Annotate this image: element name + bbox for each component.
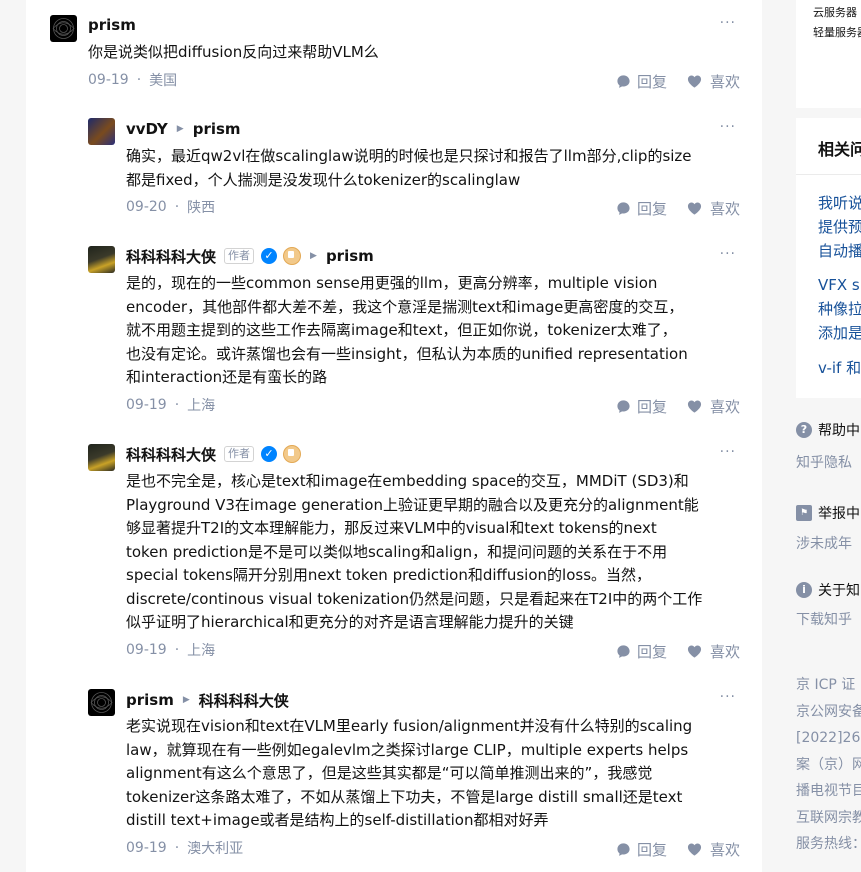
avatar[interactable] <box>88 118 115 145</box>
heart-icon <box>687 843 702 856</box>
reply-to-user[interactable]: 科科科科大侠 <box>199 690 289 711</box>
question-icon: ? <box>796 422 812 438</box>
ad-line[interactable]: 云服务器 <box>813 4 857 20</box>
comment-location: 上海 <box>187 643 216 659</box>
comment-date: 09-20 <box>126 199 167 215</box>
related-link[interactable]: 自动播 <box>818 239 861 263</box>
like-button[interactable]: 喜欢 <box>687 839 740 860</box>
comment-location: 上海 <box>187 398 216 414</box>
divider <box>796 174 861 175</box>
comment-author[interactable]: 科科科科大侠 <box>126 444 216 465</box>
reply-icon <box>617 399 630 413</box>
avatar[interactable] <box>88 246 115 273</box>
verified-icon: ✓ <box>261 446 278 462</box>
heart-icon <box>687 75 702 88</box>
comment-date: 09-19 <box>126 840 167 856</box>
related-link[interactable]: v-if 和 <box>818 356 861 380</box>
comment-date: 09-19 <box>126 397 167 413</box>
comment-date: 09-19 <box>126 642 167 658</box>
medal-icon <box>283 247 302 265</box>
related-link[interactable]: 添加是 <box>818 321 861 345</box>
reply-icon <box>617 201 630 215</box>
like-button[interactable]: 喜欢 <box>687 198 740 219</box>
comment-text: 老实说现在vision和text在VLM里early fusion/alignm… <box>126 717 693 829</box>
comment-author[interactable]: prism <box>88 16 136 34</box>
related-link[interactable]: 提供预 <box>818 215 861 239</box>
related-questions-card: 相关问 我听说 提供预 自动播 VFX s 种像拉 添加是 v-if 和 <box>796 118 861 398</box>
like-button[interactable]: 喜欢 <box>687 641 740 662</box>
comment-author[interactable]: vvDY <box>126 120 168 138</box>
download-link[interactable]: 下载知乎 <box>796 609 852 629</box>
more-options-icon[interactable]: ··· <box>720 246 736 262</box>
comment-location: 澳大利亚 <box>187 841 244 857</box>
verified-icon: ✓ <box>261 248 278 264</box>
reply-icon <box>617 644 630 658</box>
comment-text: 你是说类似把diffusion反向过来帮助VLM么 <box>88 43 379 61</box>
separator: · <box>174 642 180 658</box>
heart-icon <box>687 202 702 215</box>
separator: · <box>174 840 180 856</box>
reply-button[interactable]: 回复 <box>616 641 667 662</box>
about-link[interactable]: i 关于知 <box>796 580 860 600</box>
more-options-icon[interactable]: ··· <box>720 119 736 135</box>
reply-icon <box>617 74 630 88</box>
medal-icon <box>283 445 302 463</box>
privacy-link[interactable]: 知乎隐私 <box>796 452 852 472</box>
reply-button[interactable]: 回复 <box>616 396 667 417</box>
comment-text: 是也不完全是，核心是text和image在embedding space的交互，… <box>126 472 703 631</box>
ad-line[interactable]: 轻量服务器 <box>813 24 861 40</box>
separator: · <box>174 397 180 413</box>
like-button[interactable]: 喜欢 <box>687 396 740 417</box>
related-link[interactable]: 种像拉 <box>818 297 861 321</box>
author-badge: 作者 <box>224 248 255 264</box>
comment-location: 美国 <box>149 73 178 89</box>
related-link[interactable]: 我听说 <box>818 191 861 215</box>
report-center-link[interactable]: ⚑ 举报中 <box>796 503 860 523</box>
comment-location: 陕西 <box>187 200 216 216</box>
more-options-icon[interactable]: ··· <box>720 689 736 705</box>
reply-button[interactable]: 回复 <box>616 198 667 219</box>
related-title: 相关问 <box>818 140 861 159</box>
related-link[interactable]: VFX s <box>818 273 860 297</box>
comment-author[interactable]: prism <box>126 691 174 709</box>
reply-icon <box>617 842 630 856</box>
heart-icon <box>687 645 702 658</box>
more-options-icon[interactable]: ··· <box>720 15 736 31</box>
heart-icon <box>687 400 702 413</box>
comment-text: 是的，现在的一些common sense用更强的llm，更高分辨率，multip… <box>126 274 688 386</box>
comment-list: prism ··· 你是说类似把diffusion反向过来帮助VLM么 09-1… <box>26 0 762 872</box>
reply-arrow-icon: ▶ <box>182 695 190 705</box>
reply-button[interactable]: 回复 <box>616 839 667 860</box>
comment-text: 确实，最近qw2vl在做scalinglaw说明的时候也是只探讨和报告了llm部… <box>126 147 692 189</box>
reply-to-user[interactable]: prism <box>326 247 374 265</box>
info-icon: i <box>796 582 812 598</box>
help-center-link[interactable]: ? 帮助中 <box>796 420 860 440</box>
reply-arrow-icon: ▶ <box>176 124 184 134</box>
minor-report-link[interactable]: 涉未成年 <box>796 533 852 553</box>
like-button[interactable]: 喜欢 <box>687 71 740 92</box>
separator: · <box>174 199 180 215</box>
avatar[interactable] <box>88 689 115 716</box>
flag-icon: ⚑ <box>796 505 812 521</box>
more-options-icon[interactable]: ··· <box>720 444 736 460</box>
ad-card: 云服务器 轻量服务器 <box>796 0 861 108</box>
avatar[interactable] <box>50 15 77 42</box>
avatar[interactable] <box>88 444 115 471</box>
reply-arrow-icon: ▶ <box>310 251 317 261</box>
footer-info: 京 ICP 证 京公网安备 [2022]267 案（京）网 播电视节目 互联网宗… <box>796 677 861 852</box>
comment-date: 09-19 <box>88 72 129 88</box>
comment-author[interactable]: 科科科科大侠 <box>126 246 216 267</box>
author-badge: 作者 <box>224 446 255 462</box>
reply-to-user[interactable]: prism <box>193 120 241 138</box>
reply-button[interactable]: 回复 <box>616 71 667 92</box>
separator: · <box>136 72 142 88</box>
